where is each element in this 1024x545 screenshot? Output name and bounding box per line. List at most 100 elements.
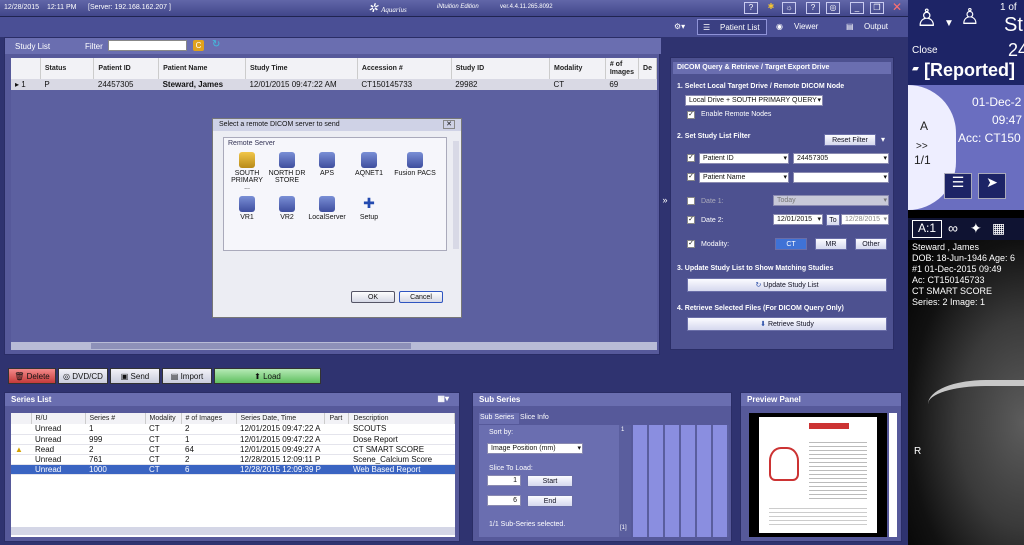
date2-from-input[interactable]: 12/01/2015 ▾ xyxy=(773,214,823,225)
delete-button[interactable]: 🗑 Delete xyxy=(8,368,56,384)
settings-icon[interactable]: ✱ xyxy=(764,2,778,14)
horizontal-scrollbar[interactable] xyxy=(11,342,657,350)
col-patient-name[interactable]: Patient Name xyxy=(158,58,246,79)
dialog-close-icon[interactable]: ✕ xyxy=(443,120,455,129)
minimize-icon[interactable]: _ xyxy=(850,2,864,14)
modality-mr-button[interactable]: MR xyxy=(815,238,847,250)
target-drive-select[interactable]: Local Drive + SOUTH PRIMARY QUERY ▾ xyxy=(685,95,823,106)
setup-button[interactable]: ✚ Setup xyxy=(350,196,388,221)
table-row-selected[interactable]: Unread 1000 CT 6 12/28/2015 12:09:39 P Web Ba… xyxy=(11,464,455,475)
col-modality[interactable]: Modality xyxy=(145,413,182,424)
reset-filter-button[interactable]: Reset Filter xyxy=(824,134,876,146)
preview-scrollbar[interactable] xyxy=(889,413,897,537)
server-aps[interactable]: APS xyxy=(308,152,346,177)
date2-checkbox[interactable]: ✓ xyxy=(687,216,695,224)
tool-icon[interactable]: ✦ xyxy=(970,220,982,237)
to-button[interactable]: To xyxy=(826,214,840,226)
col-study-id[interactable]: Study ID xyxy=(451,58,550,79)
send-button[interactable]: ▣ Send xyxy=(110,368,160,384)
server-north-dr-store[interactable]: NORTH DR STORE xyxy=(268,152,306,184)
tab-patient-list[interactable]: ☰ Patient List xyxy=(697,19,767,35)
close-label[interactable]: Close xyxy=(912,45,938,56)
date2-to-input[interactable]: 12/28/2015 ▾ xyxy=(841,214,889,225)
start-slice-input[interactable]: 1 xyxy=(487,475,521,486)
refresh-icon[interactable]: ↻ xyxy=(212,40,223,51)
start-button[interactable]: Start xyxy=(527,475,573,487)
table-row[interactable]: Unread 999 CT 1 12/01/2015 09:47:22 A Dose Re… xyxy=(11,434,455,445)
server-vr1[interactable]: VR1 xyxy=(228,196,266,221)
table-row[interactable]: ▸ 1 P 24457305 Steward, James 12/01/2015… xyxy=(11,79,657,90)
end-slice-input[interactable]: 6 xyxy=(487,495,521,506)
server-localserver[interactable]: LocalServer xyxy=(304,196,350,221)
tab-sub-series[interactable]: Sub Series xyxy=(479,413,519,424)
filter1-field-select[interactable]: Patient ID ▾ xyxy=(699,153,789,164)
server-south-primary[interactable]: SOUTH PRIMARY ... xyxy=(228,152,266,191)
series-options-icon[interactable]: ▦▾ xyxy=(437,394,449,403)
col-study-time[interactable]: Study Time xyxy=(245,58,358,79)
server-fusion-pacs[interactable]: Fusion PACS xyxy=(390,152,440,177)
grid-icon[interactable]: ▦ xyxy=(992,220,1005,237)
col-modality[interactable]: Modality xyxy=(549,58,606,79)
tab-viewer[interactable]: ◉ Viewer xyxy=(772,19,832,35)
series-scrollbar[interactable] xyxy=(11,527,455,535)
zoom-button[interactable]: A:1 xyxy=(912,220,942,238)
filter-input[interactable] xyxy=(108,40,187,51)
end-button[interactable]: End xyxy=(527,495,573,507)
tab-output[interactable]: ▤ Output xyxy=(842,19,902,35)
slice-strip[interactable] xyxy=(633,425,729,537)
ok-button[interactable]: OK xyxy=(351,291,395,303)
link-icon[interactable]: ∞ xyxy=(948,220,958,236)
gear-icon[interactable]: ☼ xyxy=(782,2,796,14)
col-images[interactable]: # of Images xyxy=(605,58,640,79)
load-button[interactable]: ⬆ Load xyxy=(214,368,321,384)
cancel-button[interactable]: Cancel xyxy=(399,291,443,303)
enable-remote-checkbox[interactable]: ✓ xyxy=(687,111,695,119)
table-row[interactable]: Unread 761 CT 2 12/28/2015 12:09:11 P Scene_C… xyxy=(11,454,455,465)
retrieve-study-button[interactable]: ⬇ Retrieve Study xyxy=(687,317,887,331)
col-de[interactable]: De xyxy=(638,58,657,79)
col-ru[interactable]: R/U xyxy=(31,413,86,424)
col-status[interactable]: Status xyxy=(40,58,95,79)
cd-icon[interactable]: ◎ xyxy=(826,2,840,14)
collapse-panel-icon[interactable]: » xyxy=(660,195,670,209)
date1-select[interactable]: Today ▾ xyxy=(773,195,889,206)
filter1-checkbox[interactable]: ✓ xyxy=(687,154,695,162)
help-icon[interactable]: ? xyxy=(806,2,820,14)
filter2-value-input[interactable]: ▾ xyxy=(793,172,889,183)
modality-ct-button[interactable]: CT xyxy=(775,238,807,250)
col-accession[interactable]: Accession # xyxy=(357,58,452,79)
layout-menu-icon[interactable]: ⚙▾ xyxy=(670,19,692,35)
modality-other-button[interactable]: Other xyxy=(855,238,887,250)
chevron-down-icon[interactable]: ▼ xyxy=(944,18,954,29)
list-view-button[interactable]: ☰ xyxy=(944,173,972,199)
person-icon[interactable]: ♙ xyxy=(916,4,940,36)
table-row[interactable]: ▲ Read 2 CT 64 12/01/2015 09:49:27 A CT SMART … xyxy=(11,444,455,455)
col-series-date[interactable]: Series Date, Time xyxy=(236,413,326,424)
sort-by-select[interactable]: Image Position (mm) ▾ xyxy=(487,443,583,454)
col-series-num[interactable]: Series # xyxy=(85,413,146,424)
modality-checkbox[interactable]: ✓ xyxy=(687,240,695,248)
col-description[interactable]: Description xyxy=(348,413,455,424)
col-images[interactable]: # of Images xyxy=(181,413,237,424)
export-button[interactable]: ➤ xyxy=(978,173,1006,199)
filter-options-icon[interactable]: ▾ xyxy=(881,135,885,144)
clear-filter-icon[interactable]: C xyxy=(193,40,204,51)
preview-image[interactable] xyxy=(749,413,887,537)
col-patient-id[interactable]: Patient ID xyxy=(93,58,160,79)
server-aqnet1[interactable]: AQNET1 xyxy=(350,152,388,177)
restore-icon[interactable]: ❐ xyxy=(870,2,884,14)
filter2-checkbox[interactable]: ✓ xyxy=(687,173,695,181)
dialog-scrollbar[interactable] xyxy=(453,141,459,249)
tab-slice-info[interactable]: Slice Info xyxy=(519,413,559,424)
unknown-icon[interactable]: ? xyxy=(744,2,758,14)
dvd-cd-button[interactable]: ◎ DVD/CD xyxy=(58,368,108,384)
import-button[interactable]: ▤ Import xyxy=(162,368,212,384)
nav-next-icon[interactable]: >> xyxy=(916,141,928,152)
table-row[interactable]: Unread 1 CT 2 12/01/2015 09:47:22 A SCOUTS xyxy=(11,424,455,435)
server-vr2[interactable]: VR2 xyxy=(268,196,306,221)
ct-image[interactable]: Steward , James DOB: 18-Jun-1946 Age: 6 … xyxy=(908,240,1024,545)
close-icon[interactable]: ✕ xyxy=(890,1,904,14)
filter2-field-select[interactable]: Patient Name ▾ xyxy=(699,172,789,183)
filter1-value-input[interactable]: 24457305 ▾ xyxy=(793,153,889,164)
update-study-list-button[interactable]: ↻ Update Study List xyxy=(687,278,887,292)
